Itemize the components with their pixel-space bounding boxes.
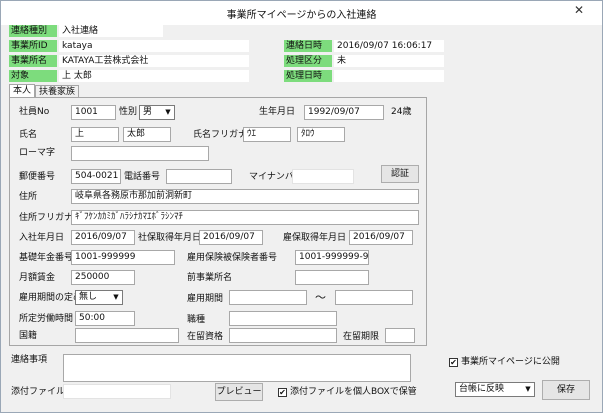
prev-office-label: 前事業所名	[187, 273, 233, 283]
employment-term-select[interactable]: 無し ▼	[75, 290, 123, 305]
reflect-value: 台帳に反映	[459, 384, 505, 394]
emp-ins-no-label: 雇用保険被保険者番号	[187, 253, 278, 263]
romaji-label: ローマ字	[19, 148, 56, 158]
contact-datetime-label: 連絡日時	[284, 40, 332, 52]
name-kana-label: 氏名フリガナ	[193, 130, 248, 140]
age-text: 24歳	[391, 107, 412, 117]
period-separator: ～	[315, 291, 326, 304]
save-button[interactable]: 保存	[542, 380, 590, 400]
nationality-field[interactable]	[75, 328, 179, 343]
save-to-box-label: 添付ファイルを個人BOXで保管	[290, 387, 417, 397]
sex-label: 性別	[119, 107, 138, 117]
chevron-down-icon: ▼	[165, 108, 171, 116]
authenticate-button[interactable]: 認証	[381, 165, 419, 183]
my-number-field[interactable]	[292, 169, 354, 184]
process-type-label: 処理区分	[284, 55, 332, 67]
nationality-label: 国籍	[19, 331, 38, 341]
publish-label: 事業所マイページに公開	[461, 357, 560, 367]
monthly-wage-field[interactable]: 250000	[71, 270, 135, 285]
office-name-label: 事業所名	[9, 55, 57, 67]
tab-self[interactable]: 本人	[9, 84, 36, 98]
address-kana-label: 住所フリガナ	[19, 213, 74, 223]
close-button[interactable]: ✕	[557, 1, 601, 21]
publish-checkbox[interactable]: ✔	[449, 358, 458, 367]
employee-no-label: 社員No	[19, 107, 50, 117]
postal-code-field[interactable]: 504-0021	[71, 169, 121, 184]
employment-term-value: 無し	[79, 292, 98, 302]
sex-value: 男	[143, 107, 153, 117]
join-date-field[interactable]: 2016/09/07	[71, 230, 135, 245]
phone-field[interactable]	[166, 169, 232, 184]
last-kana-field[interactable]: ｳｴ	[243, 127, 291, 142]
phone-label: 電話番号	[124, 172, 161, 182]
job-type-field[interactable]	[229, 311, 337, 326]
window-title: 事業所マイページからの入社連絡	[226, 10, 377, 21]
message-field[interactable]	[63, 354, 411, 382]
emp-ins-no-field[interactable]: 1001-999999-9	[295, 250, 369, 265]
emp-ins-date-field[interactable]: 2016/09/07	[349, 230, 413, 245]
target-value: 上 太郎	[59, 70, 249, 82]
attachment-label: 添付ファイル	[11, 387, 66, 397]
social-ins-date-field[interactable]: 2016/09/07	[199, 230, 263, 245]
monthly-wage-label: 月額賃金	[19, 273, 56, 283]
process-datetime-value	[334, 70, 444, 82]
attachment-field[interactable]	[63, 384, 171, 399]
employment-period-label: 雇用期間	[187, 294, 224, 304]
save-to-box-checkbox[interactable]: ✔	[278, 388, 287, 397]
office-name-value: KATAYA工芸株式会社	[59, 55, 249, 67]
reflect-select[interactable]: 台帳に反映 ▼	[455, 382, 535, 397]
address-kana-field[interactable]: ｷﾞﾌｹﾝｶｶﾐｶﾞﾊﾗｼﾅｶﾏｴﾎﾞﾗｼﾝﾏﾁ	[71, 210, 419, 225]
first-name-field[interactable]: 太郎	[123, 127, 171, 142]
job-type-label: 職種	[187, 315, 206, 325]
chevron-down-icon: ▼	[113, 293, 119, 301]
contact-datetime-value: 2016/09/07 16:06:17	[334, 40, 444, 52]
social-ins-date-label: 社保取得年月日	[138, 233, 202, 243]
pension-no-label: 基礎年金番号	[19, 253, 74, 263]
sex-select[interactable]: 男 ▼	[139, 105, 175, 120]
pension-no-field[interactable]: 1001-999999	[71, 250, 175, 265]
office-id-label: 事業所ID	[9, 40, 57, 52]
last-name-field[interactable]: 上	[71, 127, 119, 142]
birthdate-label: 生年月日	[259, 107, 296, 117]
type-label: 連絡種別	[9, 25, 57, 37]
residence-status-field[interactable]	[229, 328, 337, 343]
address-field[interactable]: 岐阜県各務原市那加前洞新町	[71, 189, 419, 204]
office-id-value: kataya	[59, 40, 249, 52]
dialog-window: 事業所マイページからの入社連絡 ✕ 連絡種別 入社連絡 事業所ID kataya…	[0, 0, 603, 413]
address-label: 住所	[19, 192, 38, 202]
prev-office-field[interactable]	[295, 270, 369, 285]
name-label: 氏名	[19, 130, 38, 140]
romaji-field[interactable]	[71, 146, 209, 161]
work-hours-field[interactable]: 50:00	[75, 311, 135, 326]
stay-period-field[interactable]	[385, 328, 415, 343]
employment-term-label: 雇用期間の定め	[19, 293, 83, 303]
work-hours-label: 所定労働時間	[19, 314, 74, 324]
preview-button[interactable]: プレビュー	[215, 383, 263, 401]
join-date-label: 入社年月日	[19, 233, 65, 243]
first-kana-field[interactable]: ﾀﾛｳ	[297, 127, 345, 142]
type-value: 入社連絡	[59, 25, 163, 37]
period-from-field[interactable]	[229, 290, 307, 305]
stay-period-label: 在留期限	[343, 332, 380, 342]
period-to-field[interactable]	[335, 290, 413, 305]
process-type-value: 未	[334, 55, 444, 67]
process-datetime-label: 処理日時	[284, 70, 332, 82]
birthdate-field[interactable]: 1992/09/07	[304, 105, 384, 120]
title-bar: 事業所マイページからの入社連絡 ✕	[1, 1, 602, 25]
postal-code-label: 郵便番号	[19, 172, 56, 182]
residence-status-label: 在留資格	[187, 332, 224, 342]
message-label: 連絡事項	[11, 355, 48, 365]
employee-no-field[interactable]: 1001	[71, 105, 116, 120]
chevron-down-icon: ▼	[525, 385, 531, 393]
emp-ins-date-label: 雇保取得年月日	[283, 233, 347, 243]
target-label: 対象	[9, 70, 57, 82]
